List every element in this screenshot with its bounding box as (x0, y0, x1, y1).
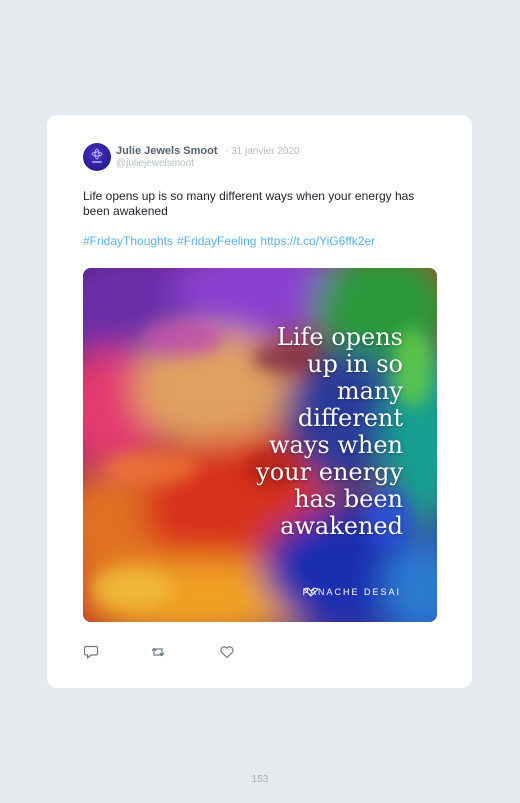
quote-line: has been (294, 485, 403, 513)
author-handle[interactable]: @juliejewelsmoot (116, 158, 194, 169)
hashtag-friday-feeling[interactable]: #FridayFeeling (177, 234, 256, 248)
tweet-link[interactable]: https://t.co/YiG6ffk2er (260, 234, 375, 248)
brand-logo-icon (302, 587, 319, 597)
quote-line: different (297, 404, 403, 432)
tweet-text: Life opens up is so many different ways … (83, 189, 415, 218)
tweet-links: #FridayThoughts #FridayFeeling https://t.c… (83, 234, 379, 248)
quote-line: many (336, 377, 403, 405)
tweet-image[interactable]: Life opens up in so many different ways … (83, 268, 437, 622)
hashtag-friday-thoughts[interactable]: #FridayThoughts (83, 234, 173, 248)
page-number: 153 (251, 774, 269, 785)
like-button[interactable] (219, 644, 235, 660)
tweet-date[interactable]: · 31 janvier 2020 (225, 146, 300, 157)
reply-icon (83, 645, 99, 659)
quote-line: ways when (268, 431, 403, 459)
date-text: 31 janvier 2020 (231, 146, 300, 157)
heart-icon (220, 646, 234, 659)
quote-line: Life opens (276, 323, 403, 351)
quote-line: awakened (280, 512, 403, 540)
avatar[interactable] (83, 143, 111, 171)
reply-button[interactable] (83, 644, 99, 660)
media-quote: Life opens up in so many different ways … (256, 324, 403, 540)
tweet-card: Julie Jewels Smoot · 31 janvier 2020 @ju… (47, 115, 472, 688)
brand-watermark: PANACHE DESAI (303, 587, 401, 597)
date-separator: · (225, 146, 229, 157)
author-name[interactable]: Julie Jewels Smoot (116, 145, 217, 157)
quote-line: up in so (307, 350, 403, 378)
retweet-icon (151, 647, 165, 657)
quote-line: your energy (256, 458, 403, 486)
retweet-button[interactable] (150, 644, 166, 660)
